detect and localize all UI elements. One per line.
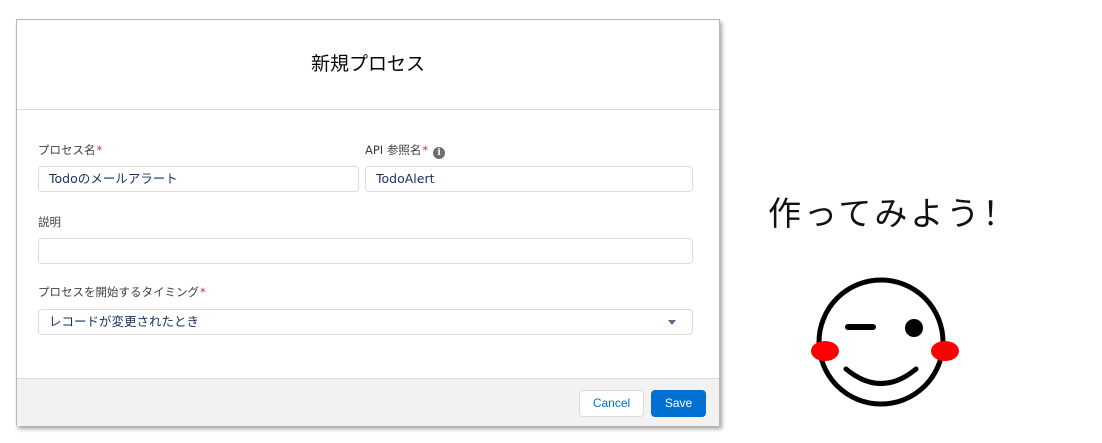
cancel-button[interactable]: Cancel: [579, 390, 644, 417]
required-mark: *: [422, 143, 429, 157]
winking-smiley-icon: [811, 277, 959, 407]
modal-footer: Cancel Save: [17, 378, 719, 426]
required-mark: *: [96, 143, 103, 157]
chevron-down-icon: [668, 320, 676, 325]
required-mark: *: [200, 285, 206, 299]
trigger-label-text: プロセスを開始するタイミング: [38, 285, 199, 299]
trigger-select[interactable]: レコードが変更されたとき: [38, 309, 693, 335]
open-eye: [905, 319, 923, 337]
trigger-select-value: レコードが変更されたとき: [49, 314, 200, 329]
new-process-modal: 新規プロセス プロセス名* Todoのメールアラート API 参照名* i Tod…: [16, 19, 720, 426]
process-name-label: プロセス名*: [38, 142, 102, 158]
process-name-input[interactable]: Todoのメールアラート: [38, 166, 359, 192]
modal-header: 新規プロセス: [17, 20, 719, 110]
process-name-label-text: プロセス名: [38, 143, 96, 157]
description-label: 説明: [38, 214, 61, 230]
save-button[interactable]: Save: [651, 390, 706, 417]
description-label-text: 説明: [38, 215, 61, 229]
api-name-label: API 参照名* i: [365, 142, 446, 159]
trigger-label: プロセスを開始するタイミング*: [38, 284, 206, 300]
info-icon[interactable]: i: [433, 147, 446, 159]
modal-title: 新規プロセス: [310, 53, 425, 75]
left-cheek: [811, 341, 839, 361]
right-cheek: [931, 341, 959, 361]
description-input[interactable]: [38, 238, 693, 264]
api-name-input[interactable]: TodoAlert: [365, 166, 693, 192]
annotation-text: 作ってみよう！: [768, 194, 1019, 233]
api-name-label-text: API 参照名: [365, 143, 422, 157]
